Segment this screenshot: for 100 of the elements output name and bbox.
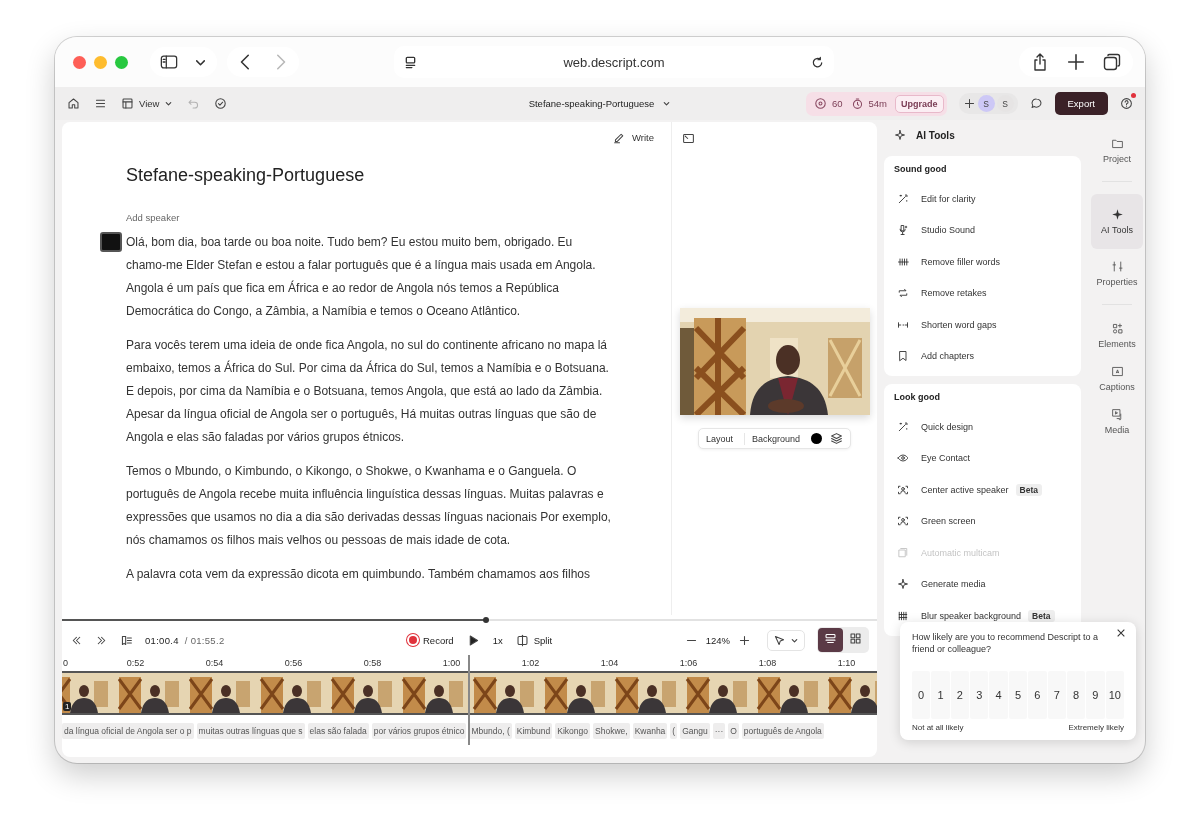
sidebar-tab[interactable]: Elements [1091, 317, 1143, 354]
transcript-paragraph: Para vocês terem uma ideia de onde fica Angola, no sul do continente africano no mapa lá embaixo, temos a África do Sul. Por cima da África do Sul, temos a Namíbia e o Botsuana. E depois, por cima da Namíbia e o Botsuana, temos Angola, que está ao lado da Zâmbia. Apesar da língua oficial de Angola ser o português, Há muitas outras línguas que são de Angola e elas são faladas por vários grupos étnicos. [126, 337, 610, 446]
avatar[interactable]: S [977, 95, 995, 112]
word-chip[interactable]: Kikongo [555, 723, 590, 739]
media-icon [1110, 408, 1124, 421]
eye-icon [813, 97, 827, 110]
rating-option[interactable]: 3 [970, 671, 989, 719]
word-chip[interactable]: da língua oficial de Angola ser o p [62, 723, 194, 739]
eye-icon [897, 452, 909, 465]
word-chip[interactable]: português de Angola [741, 723, 824, 739]
speed-button[interactable]: 1x [492, 634, 503, 646]
sidebar-tab[interactable]: Captions [1091, 360, 1143, 397]
split-button[interactable]: Split [515, 633, 553, 647]
ai-tool-item[interactable]: Remove filler words [894, 246, 1071, 278]
beta-badge: Beta [1028, 609, 1055, 622]
word-chip[interactable]: muitas outras línguas que s [196, 723, 305, 739]
pen-icon [613, 131, 626, 144]
reader-icon[interactable] [404, 55, 417, 69]
word-chip[interactable]: Gangu [680, 723, 710, 739]
word-chip[interactable]: Kimbund [514, 723, 553, 739]
panel-title: AI Tools [916, 129, 955, 141]
export-button[interactable]: Export [1054, 92, 1108, 115]
ai-tool-item[interactable]: Quick design [894, 411, 1071, 443]
ai-tool-item[interactable]: Remove retakes [894, 277, 1071, 309]
pointer-tool-menu[interactable] [767, 629, 805, 651]
word-chip[interactable]: por vários grupos étnico [371, 723, 467, 739]
word-chip[interactable]: O [728, 723, 739, 739]
expand-icon[interactable] [682, 132, 695, 145]
close-icon[interactable] [1116, 628, 1126, 638]
ai-tool-item[interactable]: Center active speaker Beta [894, 474, 1071, 506]
tabs-icon[interactable] [1103, 53, 1121, 71]
menu-icon[interactable] [94, 97, 107, 110]
share-icon[interactable] [1031, 53, 1049, 71]
beta-badge: Beta [1015, 483, 1042, 496]
timer-icon [850, 97, 864, 110]
chapters-icon[interactable] [120, 633, 133, 647]
sparkle-icon [1110, 208, 1124, 221]
scrub-handle[interactable] [482, 617, 489, 623]
view-mode-button[interactable] [818, 628, 843, 652]
speaker-avatar[interactable] [100, 232, 122, 252]
layers-icon[interactable] [830, 432, 844, 445]
script-view-icon [824, 632, 837, 645]
rating-option[interactable]: 0 [912, 671, 931, 719]
transcript-paragraph: Temos o Mbundo, o Kimbundo, o Kikongo, o Shokwe, o Kwanhama e o Ganguela. O português de Angola recebe muita influência linguística dessas línguas. Muitas palavras e expressões que usamos no dia a dia são derivadas dessas línguas nacionais Por exemplo, nós chamamos os filhos mais velhos ou pessoas de mais idade de cota. [126, 463, 612, 549]
rating-option[interactable]: 1 [931, 671, 950, 719]
layout-button[interactable]: Layout [702, 432, 736, 445]
minutes-remaining: 54m [868, 98, 887, 109]
zoom-in-icon[interactable] [738, 633, 751, 647]
rating-option[interactable]: 8 [1066, 671, 1086, 719]
layout-icon [121, 97, 134, 110]
background-color-swatch[interactable] [811, 433, 823, 444]
add-collaborator-icon[interactable] [962, 97, 976, 110]
check-circle-icon[interactable] [214, 97, 228, 110]
ai-tool-item[interactable]: Studio Sound [894, 214, 1071, 246]
caption-icon [1110, 365, 1124, 378]
word-chip[interactable]: Kwanha [632, 723, 668, 739]
close-window-button[interactable] [73, 55, 86, 69]
grid-view-icon [849, 632, 862, 645]
ai-tool-item[interactable]: Shorten word gaps [894, 309, 1071, 341]
ai-tool-item[interactable]: Eye Contact [894, 442, 1071, 474]
ai-tool-item[interactable]: Edit for clarity [894, 183, 1071, 215]
record-button[interactable]: Record [409, 634, 454, 646]
sidebar-tab[interactable]: Project [1091, 132, 1143, 169]
transcript-paragraph: Olá, bom dia, boa tarde ou boa noite. Tudo bem? Eu estou muito bem, obrigado. Eu chamo-me Elder Stefan e estou a falar português que é a língua mais usada em Angola. Angola é um país que fica em África e ao redor de Angola nós temos a República Democrática do Congo, a Zâmbia, a Namíbia e temos o Oceano Atlântico. [126, 234, 597, 320]
reload-icon[interactable] [811, 55, 824, 69]
rating-option[interactable]: 4 [989, 671, 1008, 719]
rating-option[interactable]: 10 [1105, 671, 1124, 719]
word-chip[interactable]: Mbundo, ( [469, 723, 512, 739]
word-chip[interactable]: elas são falada [307, 723, 369, 739]
view-menu[interactable]: View [121, 97, 174, 110]
rating-option[interactable]: 2 [950, 671, 970, 719]
rating-option[interactable]: 5 [1008, 671, 1028, 719]
sidebar-tab[interactable]: Media [1091, 403, 1143, 440]
ai-tool-item[interactable]: Generate media [894, 568, 1071, 600]
add-speaker-label[interactable]: Add speaker [126, 212, 671, 223]
comment-icon[interactable] [1029, 97, 1043, 110]
background-button[interactable]: Background [744, 432, 804, 445]
rating-option[interactable]: 6 [1028, 671, 1047, 719]
word-chip[interactable]: Shokwe, [593, 723, 630, 739]
ai-tool-item[interactable]: Green screen [894, 505, 1071, 537]
project-title-menu[interactable]: Stefane-speaking-Portuguese [528, 98, 672, 109]
write-button[interactable]: Write [613, 131, 654, 144]
sidebar-tab[interactable]: AI Tools [1091, 194, 1143, 249]
shapes-icon [1110, 322, 1124, 335]
word-chip[interactable]: ( [670, 723, 678, 739]
new-tab-icon[interactable] [1067, 53, 1085, 71]
ai-tool-item[interactable]: Add chapters [894, 340, 1071, 372]
sidebar-tab[interactable]: Properties [1091, 255, 1143, 292]
word-chip[interactable]: ··· [712, 723, 726, 739]
person-frame-icon [897, 483, 909, 496]
sidebar-toggle-icon[interactable] [160, 53, 178, 71]
upgrade-button[interactable]: Upgrade [895, 94, 944, 113]
help-icon[interactable] [1120, 97, 1133, 110]
home-icon[interactable] [67, 97, 80, 110]
wand-icon [897, 420, 909, 433]
chevron-down-icon [662, 99, 672, 108]
rating-option[interactable]: 9 [1086, 671, 1105, 719]
rating-option[interactable]: 7 [1047, 671, 1066, 719]
sliders-icon [1110, 260, 1124, 273]
section-heading: Sound good [894, 164, 948, 176]
